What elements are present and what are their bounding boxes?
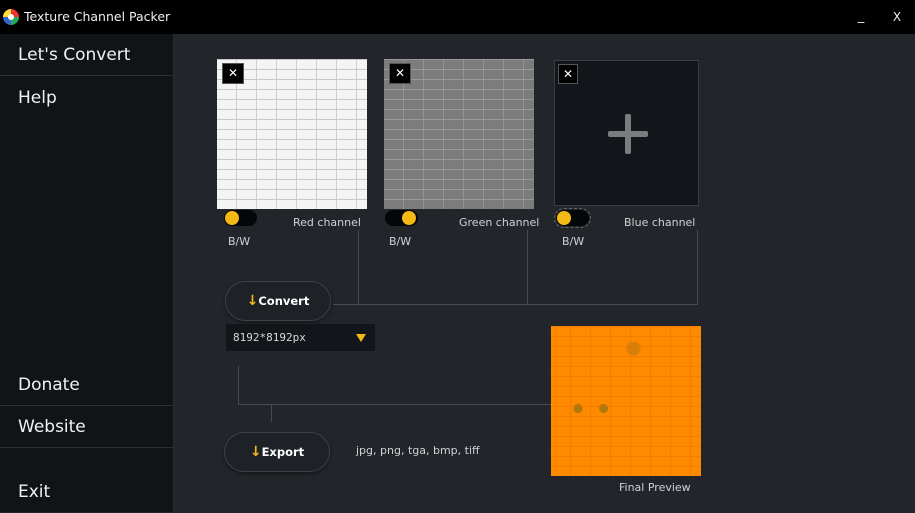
export-formats-text: jpg, png, tga, bmp, tiff: [356, 444, 480, 457]
window-title: Texture Channel Packer: [24, 9, 171, 24]
connector-line: [697, 230, 698, 304]
sidebar-item-website[interactable]: Website: [0, 406, 174, 448]
resolution-value: 8192*8192px: [233, 331, 306, 344]
resolution-select[interactable]: 8192*8192px: [226, 324, 375, 351]
sidebar: Let's Convert Help Donate Website Exit: [0, 34, 174, 512]
convert-button-label: Convert: [258, 294, 310, 308]
toggle-knob: [225, 211, 239, 225]
green-channel-label: Green channel: [459, 216, 540, 229]
add-texture-plus-icon[interactable]: [608, 114, 648, 154]
sidebar-item-exit[interactable]: Exit: [0, 471, 174, 513]
blue-bw-label: B/W: [562, 235, 585, 248]
green-channel-slot[interactable]: ✕: [384, 59, 534, 209]
connector-line: [358, 230, 359, 304]
green-bw-label: B/W: [389, 235, 412, 248]
dropdown-caret-icon: [356, 334, 366, 342]
title-bar: Texture Channel Packer _ X: [0, 0, 915, 34]
connector-line: [333, 304, 698, 305]
toggle-knob: [402, 211, 416, 225]
sidebar-item-donate[interactable]: Donate: [0, 364, 174, 406]
red-channel-label: Red channel: [293, 216, 361, 229]
remove-red-texture-button[interactable]: ✕: [222, 63, 244, 84]
main-panel: ✕ Red channel B/W ✕ Green channel B/W ✕ …: [175, 34, 915, 512]
export-button[interactable]: ↓Export: [224, 432, 330, 472]
connector-line: [238, 404, 551, 405]
remove-green-texture-button[interactable]: ✕: [389, 63, 411, 84]
green-bw-toggle[interactable]: [385, 210, 418, 226]
app-logo-icon: [3, 9, 19, 25]
connector-line: [271, 405, 272, 422]
final-preview-label: Final Preview: [619, 481, 691, 494]
sidebar-item-lets-convert[interactable]: Let's Convert: [0, 34, 174, 76]
sidebar-item-help[interactable]: Help: [0, 77, 174, 119]
connector-line: [527, 230, 528, 304]
red-channel-slot[interactable]: ✕: [217, 59, 367, 209]
red-bw-toggle[interactable]: [224, 210, 257, 226]
red-bw-label: B/W: [228, 235, 251, 248]
arrow-down-icon: ↓: [249, 444, 262, 460]
final-preview-image: [551, 326, 701, 476]
minimize-button[interactable]: _: [850, 6, 872, 28]
close-button[interactable]: X: [886, 6, 908, 28]
remove-blue-texture-button[interactable]: ✕: [558, 64, 578, 84]
connector-line: [238, 366, 239, 405]
blue-channel-slot[interactable]: ✕: [554, 60, 699, 206]
arrow-down-icon: ↓: [246, 293, 259, 309]
blue-channel-label: Blue channel: [624, 216, 696, 229]
toggle-knob: [557, 211, 571, 225]
blue-bw-toggle[interactable]: [554, 208, 591, 228]
export-button-label: Export: [261, 445, 305, 459]
convert-button[interactable]: ↓Convert: [225, 281, 331, 321]
